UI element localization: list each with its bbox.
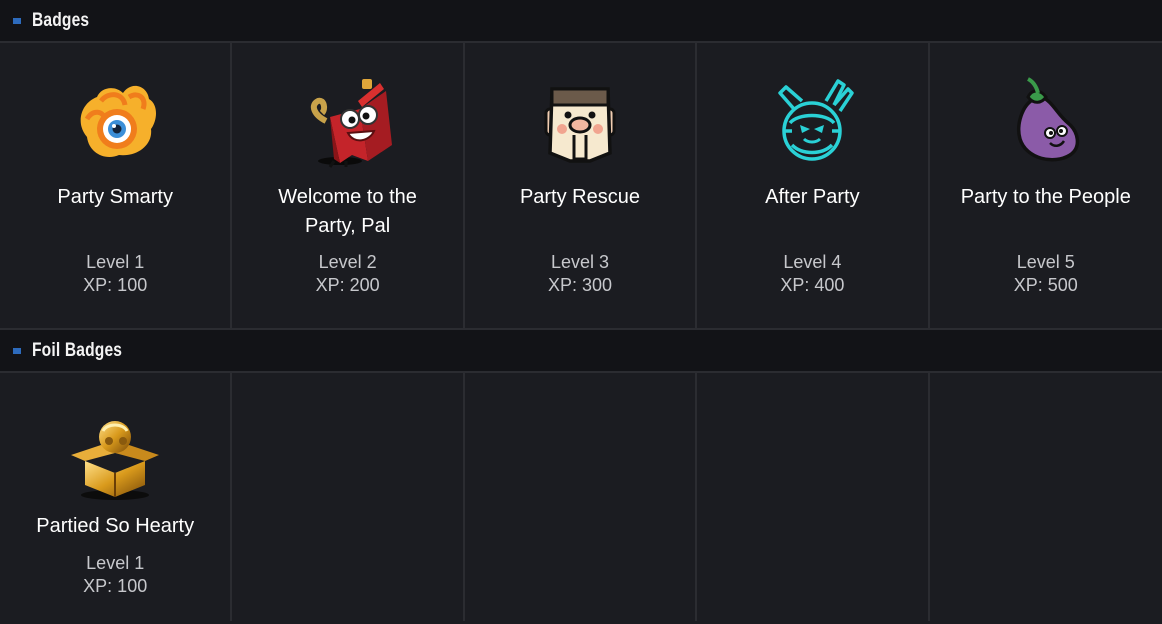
badge-xp: XP: 300 [547,275,612,295]
badge-card[interactable]: Party Smarty Level 1 XP: 100 [0,43,233,328]
badge-xp: XP: 500 [1013,275,1078,295]
badge-card[interactable]: Partied So Hearty Level 1 XP: 100 [0,373,233,621]
foil-badges-grid: Partied So Hearty Level 1 XP: 100 [0,373,1162,621]
badge-name: Partied So Hearty [36,515,195,537]
badges-grid: Party Smarty Level 1 XP: 100 Welcome to … [0,43,1162,328]
badge-xp: XP: 100 [83,576,148,596]
neon-robot-icon [778,79,855,161]
empty-badge-slot [464,373,698,621]
badge-xp: XP: 100 [83,275,148,295]
section-marker [13,347,21,354]
section-marker [13,17,21,24]
badge-card[interactable]: Welcome to the Party, Pal Level 2 XP: 20… [232,43,465,328]
badge-name: After Party [765,186,860,208]
empty-badge-slot [697,373,930,621]
badge-name: Welcome to the Party, Pal [278,186,417,237]
badge-card[interactable]: Party to the People Level 5 XP: 500 [929,43,1162,328]
badge-xp: XP: 400 [780,275,845,295]
badges-section-header: Badges [0,0,1162,43]
badge-name: Party Smarty [57,186,173,208]
badge-name: Party to the People [960,186,1131,208]
eggplant-icon [1016,77,1079,162]
badge-level: Level 3 [550,252,609,272]
empty-badge-slot [232,373,465,621]
badge-level: Level 1 [86,553,145,573]
badge-level: Level 2 [318,252,377,272]
golden-gift-box-icon [71,421,160,500]
badges-section-title: Badges [32,9,90,31]
badge-level: Level 4 [783,252,842,272]
foil-badges-section-title: Foil Badges [32,339,123,361]
empty-badge-slot [929,373,1162,621]
eye-flower-icon [80,85,157,157]
firecracker-mascot-icon [310,79,392,168]
badge-card[interactable]: After Party Level 4 XP: 400 [697,43,930,328]
badge-card[interactable]: Party Rescue Level 3 XP: 300 [464,43,698,328]
badge-level: Level 1 [86,252,145,272]
foil-badges-section-header: Foil Badges [0,330,1162,373]
box-face-icon [544,87,616,163]
badge-xp: XP: 200 [315,275,380,295]
badge-name: Party Rescue [519,186,640,208]
badge-level: Level 5 [1016,252,1075,272]
